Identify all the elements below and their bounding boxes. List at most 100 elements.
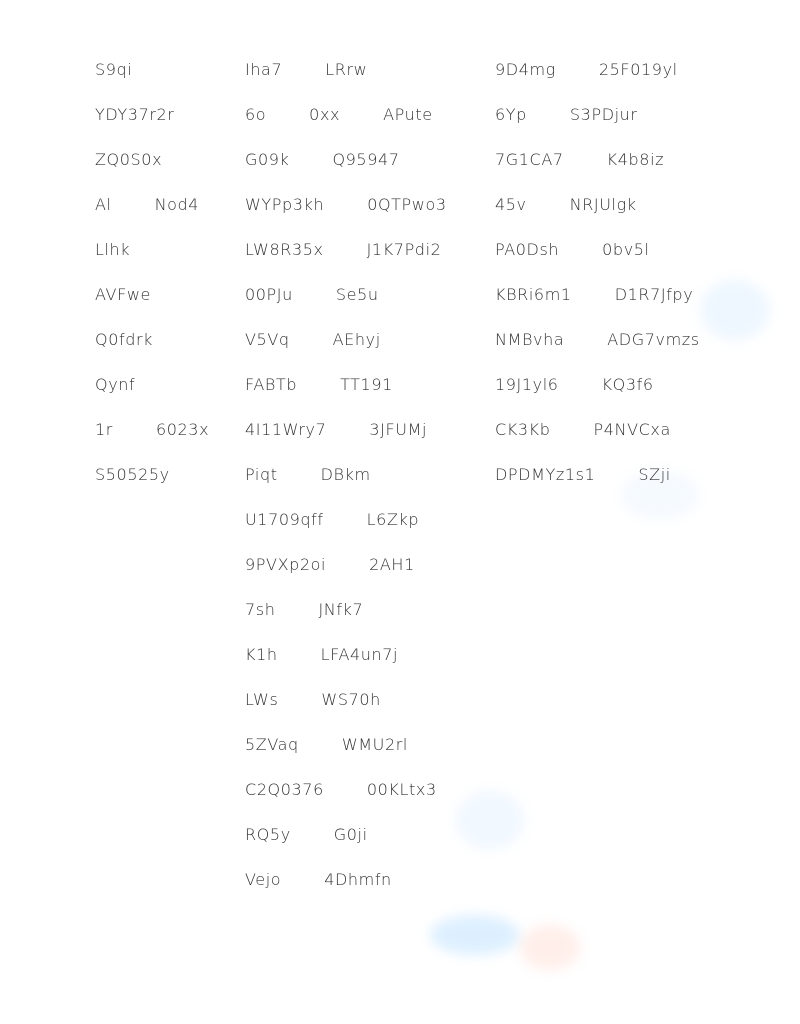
word-token: U1709qff [245,510,324,529]
word-column-2: Iha7 LRrw 6o 0xx APute G09k Q95947 WYPp3kh 0QTPw… [245,47,447,902]
word-token: 5ZVaq [245,735,299,754]
word-token: WS70h [321,690,381,709]
word-token: C2Q0376 [245,780,324,799]
word-row: S9qi [95,47,209,92]
word-token: WMU2rl [341,735,408,754]
background-smudge [455,790,525,850]
word-row: Al Nod4 [95,182,209,227]
word-token: G0ji [333,825,368,844]
word-row: KBRi6m1 D1R7Jfpy [495,272,700,317]
word-token: 6Yp [495,105,527,124]
word-token: 25F019yl [598,60,678,79]
word-token: Q95947 [332,150,400,169]
word-token: Vejo [245,870,282,889]
background-smudge [700,280,770,340]
word-row: AVFwe [95,272,209,317]
word-token: Qynf [95,375,136,394]
word-row: 7sh JNfk7 [245,587,447,632]
word-token: 2AH1 [369,555,415,574]
word-row: 6Yp S3PDjur [495,92,700,137]
word-token: APute [383,105,433,124]
word-token: K1h [245,645,278,664]
word-token: LFA4un7j [320,645,399,664]
word-token: 9D4mg [495,60,556,79]
word-token: 4I11Wry7 [245,420,327,439]
word-row: Q0fdrk [95,317,209,362]
word-token: S50525y [95,465,170,484]
word-token: JNfk7 [318,600,364,619]
word-row: Qynf [95,362,209,407]
word-token: RQ5y [245,825,291,844]
word-row: NMBvha ADG7vmzs [495,317,700,362]
word-token: KBRi6m1 [495,285,572,304]
word-token: 3JFUMj [369,420,428,439]
word-token: Piqt [245,465,278,484]
background-smudge [520,925,580,970]
word-token: SZji [638,465,671,484]
word-token: S3PDjur [569,105,638,124]
word-token: 9PVXp2oi [245,555,327,574]
word-token: 45v [495,195,527,214]
word-row: LW8R35x J1K7Pdi2 [245,227,447,272]
word-token: PA0Dsh [495,240,560,259]
word-token: S9qi [95,60,133,79]
word-token: Llhk [95,240,131,259]
word-token: 7G1CA7 [495,150,564,169]
word-token: CK3Kb [495,420,551,439]
word-row: 7G1CA7 K4b8iz [495,137,700,182]
word-token: 0bv5l [602,240,650,259]
word-row: S50525y [95,452,209,497]
word-row: DPDMYz1s1 SZji [495,452,700,497]
word-token: Se5u [335,285,379,304]
word-token: 6o [245,105,267,124]
word-token: ZQ0S0x [95,150,163,169]
word-row: CK3Kb P4NVCxa [495,407,700,452]
word-row: LWs WS70h [245,677,447,722]
word-token: 00PJu [245,285,293,304]
word-row: 6o 0xx APute [245,92,447,137]
word-token: Q0fdrk [95,330,154,349]
word-token: J1K7Pdi2 [366,240,442,259]
word-token: ADG7vmzs [607,330,700,349]
word-row: Vejo 4Dhmfn [245,857,447,902]
word-row: 9PVXp2oi 2AH1 [245,542,447,587]
word-row: Piqt DBkm [245,452,447,497]
word-row: FABTb TT191 [245,362,447,407]
word-row: 5ZVaq WMU2rl [245,722,447,767]
word-token: DPDMYz1s1 [495,465,596,484]
word-column-3: 9D4mg 25F019yl 6Yp S3PDjur 7G1CA7 K4b8iz 45v NR… [495,47,700,497]
word-token: L6Zkp [366,510,420,529]
word-token: NMBvha [495,330,565,349]
word-row: Llhk [95,227,209,272]
word-token: K4b8iz [606,150,665,169]
word-token: FABTb [245,375,298,394]
word-token: Iha7 [245,60,283,79]
word-row: 00PJu Se5u [245,272,447,317]
word-token: AVFwe [95,285,151,304]
word-row: 4I11Wry7 3JFUMj [245,407,447,452]
word-row: ZQ0S0x [95,137,209,182]
word-token: G09k [245,150,290,169]
word-token: YDY37r2r [95,105,175,124]
word-token: 6023x [155,420,210,439]
word-token: LRrw [325,60,368,79]
word-row: PA0Dsh 0bv5l [495,227,700,272]
word-token: Al [95,195,112,214]
word-token: D1R7Jfpy [614,285,694,304]
word-token: P4NVCxa [593,420,671,439]
word-token: 0xx [309,105,341,124]
word-row: YDY37r2r [95,92,209,137]
word-row: 45v NRJUlgk [495,182,700,227]
word-token: NRJUlgk [569,195,637,214]
word-token: 00KLtx3 [366,780,437,799]
word-row: RQ5y G0ji [245,812,447,857]
word-token: WYPp3kh [245,195,325,214]
word-row: WYPp3kh 0QTPwo3 [245,182,447,227]
word-row: U1709qff L6Zkp [245,497,447,542]
word-token: DBkm [320,465,371,484]
word-token: TT191 [340,375,393,394]
background-smudge [430,915,520,955]
word-token: LW8R35x [245,240,324,259]
word-row: Iha7 LRrw [245,47,447,92]
word-token: AEhyj [332,330,381,349]
